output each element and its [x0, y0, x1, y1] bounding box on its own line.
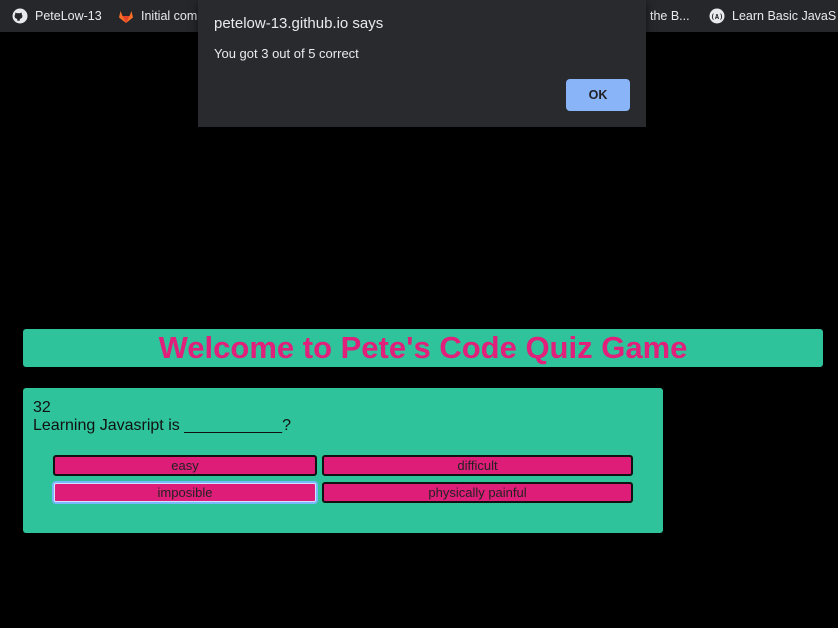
- bookmark-label: Initial com: [141, 9, 198, 23]
- question-text: Learning Javasript is ___________?: [33, 417, 291, 434]
- alert-dialog: petelow-13.github.io says You got 3 out …: [198, 0, 646, 127]
- answer-button-physically-painful[interactable]: physically painful: [322, 482, 633, 503]
- answer-button-easy[interactable]: easy: [53, 455, 317, 476]
- bookmark-initial-commit[interactable]: Initial com: [118, 0, 197, 32]
- svg-text:(A): (A): [711, 13, 724, 21]
- timer: 32: [33, 399, 51, 416]
- quiz-card: 32 Learning Javasript is ___________? ea…: [23, 388, 663, 533]
- ok-button[interactable]: OK: [566, 79, 630, 111]
- bookmark-petelow[interactable]: PeteLow-13: [12, 0, 102, 32]
- bookmark-learn-basic-js[interactable]: (A) Learn Basic JavaS: [709, 0, 836, 32]
- dialog-title: petelow-13.github.io says: [214, 15, 384, 32]
- answer-button-imposible[interactable]: imposible: [52, 481, 318, 504]
- page: PeteLow-13 Initial com the B... (A) Lear…: [0, 0, 838, 628]
- gitlab-icon: [118, 8, 134, 24]
- page-title: Welcome to Pete's Code Quiz Game: [158, 330, 688, 365]
- bookmark-label: Learn Basic JavaS: [732, 9, 837, 23]
- bookmark-the-b[interactable]: the B...: [650, 0, 690, 32]
- dialog-message: You got 3 out of 5 correct: [214, 46, 359, 61]
- bookmark-label: the B...: [650, 9, 690, 23]
- bookmark-label: PeteLow-13: [35, 9, 102, 23]
- page-header: Welcome to Pete's Code Quiz Game: [23, 329, 823, 367]
- answer-button-difficult[interactable]: difficult: [322, 455, 633, 476]
- code-academy-icon: (A): [709, 8, 725, 24]
- github-icon: [12, 8, 28, 24]
